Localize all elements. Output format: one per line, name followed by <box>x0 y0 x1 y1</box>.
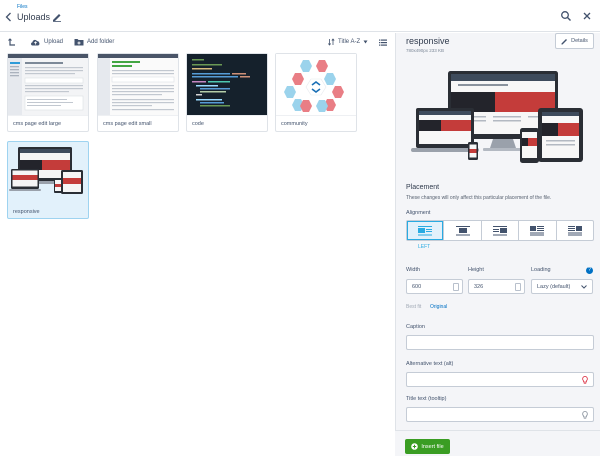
file-thumbnail <box>276 54 356 116</box>
caption-input[interactable] <box>406 335 594 350</box>
file-tile-selected[interactable]: responsive <box>7 141 89 219</box>
caret-down-icon <box>363 40 368 44</box>
sort-icon <box>328 38 335 46</box>
upload-button[interactable]: Upload <box>30 37 63 47</box>
back-icon[interactable] <box>4 11 14 23</box>
page-title: Uploads <box>17 12 51 22</box>
file-thumbnail <box>8 142 88 204</box>
list-view-icon[interactable] <box>379 37 387 47</box>
file-meta: 780x490px 233 KB <box>406 48 445 53</box>
alt-text-input[interactable] <box>406 372 594 387</box>
original-size-link[interactable]: Original <box>430 304 447 310</box>
align-left-icon <box>418 225 433 235</box>
file-details-panel: responsive 780x490px 233 KB Details Plac… <box>395 33 600 456</box>
loading-label: Loading <box>531 267 551 273</box>
level-up-icon[interactable] <box>8 37 16 47</box>
file-name: community <box>281 121 308 127</box>
file-tile[interactable]: cms page edit small <box>97 53 179 132</box>
insert-file-label: Insert file <box>421 443 444 450</box>
align-float-left-button[interactable] <box>519 221 557 240</box>
chevron-down-icon <box>581 285 587 289</box>
title-text-input[interactable] <box>406 407 594 422</box>
caption-label: Caption <box>406 324 425 330</box>
alignment-label: Alignment <box>406 210 431 216</box>
lightbulb-icon <box>582 376 588 384</box>
file-thumbnail <box>8 54 88 116</box>
panel-footer: Insert file <box>395 430 600 456</box>
align-left-button[interactable] <box>407 221 445 240</box>
upload-label: Upload <box>44 39 64 45</box>
search-icon[interactable] <box>560 10 572 22</box>
width-label: Width <box>406 267 421 273</box>
folder-add-icon <box>74 39 84 46</box>
sort-label: Title A-Z <box>338 39 361 45</box>
insert-file-button[interactable]: Insert file <box>405 439 450 454</box>
alignment-selected-label: LEFT <box>418 244 431 250</box>
lightbulb-icon <box>582 411 588 419</box>
file-title: responsive <box>406 36 450 46</box>
height-value: 326 <box>474 284 484 290</box>
top-bar: Files Uploads <box>0 0 600 32</box>
title-text-label: Title text (tooltip) <box>406 396 447 402</box>
add-folder-label: Add folder <box>87 39 115 45</box>
breadcrumb[interactable]: Files <box>17 4 28 10</box>
file-tile[interactable]: cms page edit large <box>7 53 89 132</box>
height-label: Height <box>468 267 484 273</box>
width-value: 600 <box>412 284 422 290</box>
help-icon[interactable]: ? <box>586 267 593 274</box>
alignment-selector <box>406 220 594 241</box>
align-right-button[interactable] <box>482 221 520 240</box>
file-name: cms page edit large <box>13 121 61 127</box>
details-button[interactable]: Details <box>555 33 594 49</box>
height-input[interactable]: 326 <box>468 279 525 294</box>
align-float-right-button[interactable] <box>557 221 593 240</box>
close-icon[interactable] <box>581 10 593 22</box>
cloud-upload-icon <box>31 39 40 46</box>
align-right-icon <box>493 225 508 235</box>
file-name: cms page edit small <box>103 121 152 127</box>
add-folder-button[interactable]: Add folder <box>74 37 114 47</box>
width-stepper-icon[interactable] <box>453 283 459 291</box>
file-name: code <box>192 121 204 127</box>
file-name: responsive <box>13 209 40 215</box>
height-stepper-icon[interactable] <box>515 283 521 291</box>
align-wrap-icon <box>530 225 545 235</box>
best-fit-link[interactable]: Best fit <box>406 304 421 310</box>
edit-folder-icon[interactable] <box>52 12 62 22</box>
align-center-icon <box>455 225 470 235</box>
file-thumbnail <box>98 54 178 116</box>
loading-select[interactable]: Lazy (default) <box>531 279 593 294</box>
placement-heading: Placement <box>406 184 440 191</box>
plus-circle-icon <box>411 443 419 450</box>
file-preview-image <box>408 68 590 165</box>
sort-dropdown[interactable]: Title A-Z <box>328 37 368 47</box>
width-input[interactable]: 600 <box>406 279 463 294</box>
align-center-button[interactable] <box>444 221 482 240</box>
placement-description: These changes will only affect this part… <box>406 195 552 201</box>
file-tile[interactable]: code <box>186 53 268 132</box>
align-wrap-right-icon <box>567 225 582 235</box>
file-tile[interactable]: community <box>275 53 357 132</box>
edit-icon <box>561 38 568 44</box>
alt-text-label: Alternative text (alt) <box>406 361 454 367</box>
details-button-label: Details <box>571 38 588 44</box>
file-thumbnail <box>187 54 267 116</box>
loading-value: Lazy (default) <box>537 284 571 290</box>
gallery-toolbar: Upload Add folder Title A-Z <box>0 33 395 51</box>
